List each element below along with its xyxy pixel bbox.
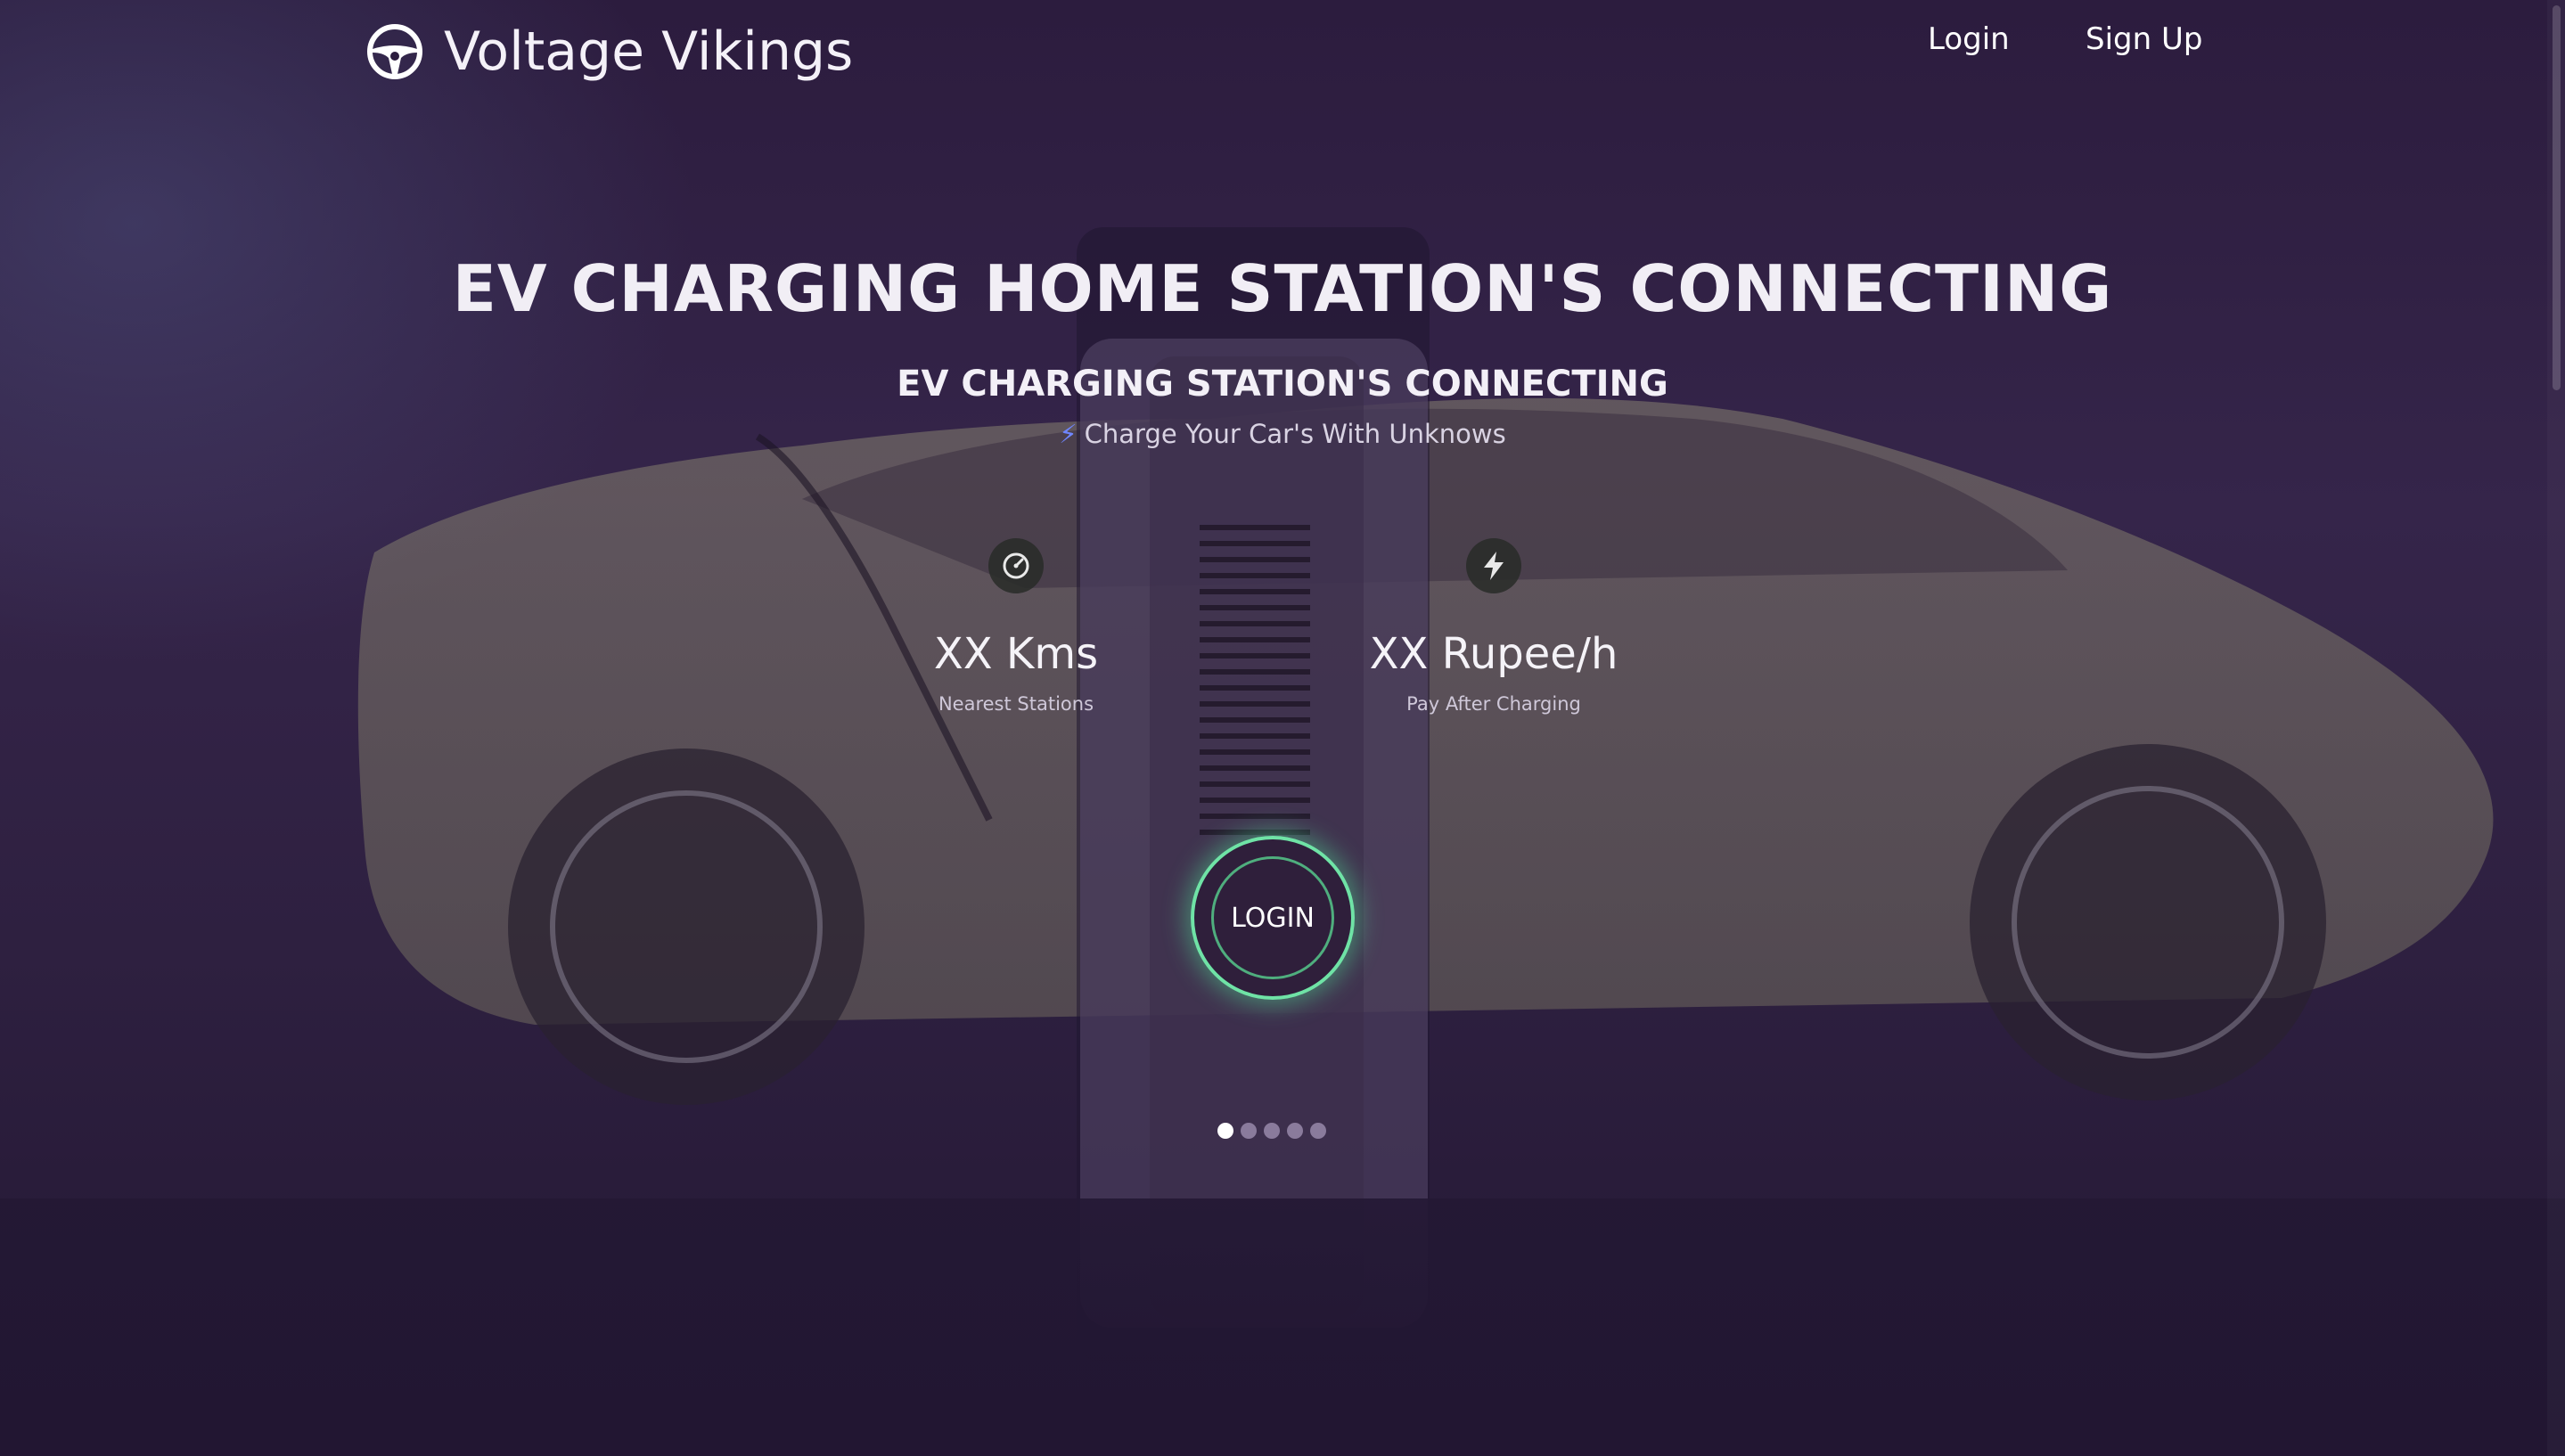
bolt-icon: ⚡ [1059,419,1078,449]
speedometer-icon [988,538,1044,593]
nav-login-link[interactable]: Login [1928,21,2010,57]
stat-label: Nearest Stations [938,693,1094,715]
carousel-dot-2[interactable] [1241,1123,1257,1139]
carousel-dot-5[interactable] [1310,1123,1326,1139]
stat-value: XX Kms [933,629,1099,679]
floor-band [0,1198,2565,1456]
steering-wheel-icon [367,24,422,79]
bolt-icon [1466,538,1521,593]
scrollbar-thumb[interactable] [2553,5,2561,390]
stat-value: XX Rupee/h [1369,629,1618,679]
carousel-dot-4[interactable] [1287,1123,1303,1139]
login-cta-label: LOGIN [1211,856,1334,979]
carousel-indicators [1217,1123,1326,1139]
hero-subheadline: EV CHARGING STATION'S CONNECTING [897,364,1668,405]
hero-headline: EV CHARGING HOME STATION'S CONNECTING [452,251,2113,326]
login-cta-button[interactable]: LOGIN [1191,836,1355,1000]
page-scrollbar[interactable] [2547,0,2565,1456]
stat-pay-after-charging: XX Rupee/h Pay After Charging [1342,538,1645,715]
carousel-dot-1[interactable] [1217,1123,1233,1139]
nav-signup-link[interactable]: Sign Up [2086,21,2202,57]
stat-label: Pay After Charging [1406,693,1581,715]
brand[interactable]: Voltage Vikings [365,18,853,86]
hero-tagline-text: Charge Your Car's With Unknows [1084,419,1506,449]
hero-tagline: ⚡ Charge Your Car's With Unknows [0,419,2565,449]
top-navbar: Voltage Vikings Login Sign Up [0,0,2565,98]
carousel-dot-3[interactable] [1264,1123,1280,1139]
brand-name: Voltage Vikings [444,20,854,83]
stat-nearest-stations: XX Kms Nearest Stations [865,538,1168,715]
hero-background [0,0,2565,1456]
